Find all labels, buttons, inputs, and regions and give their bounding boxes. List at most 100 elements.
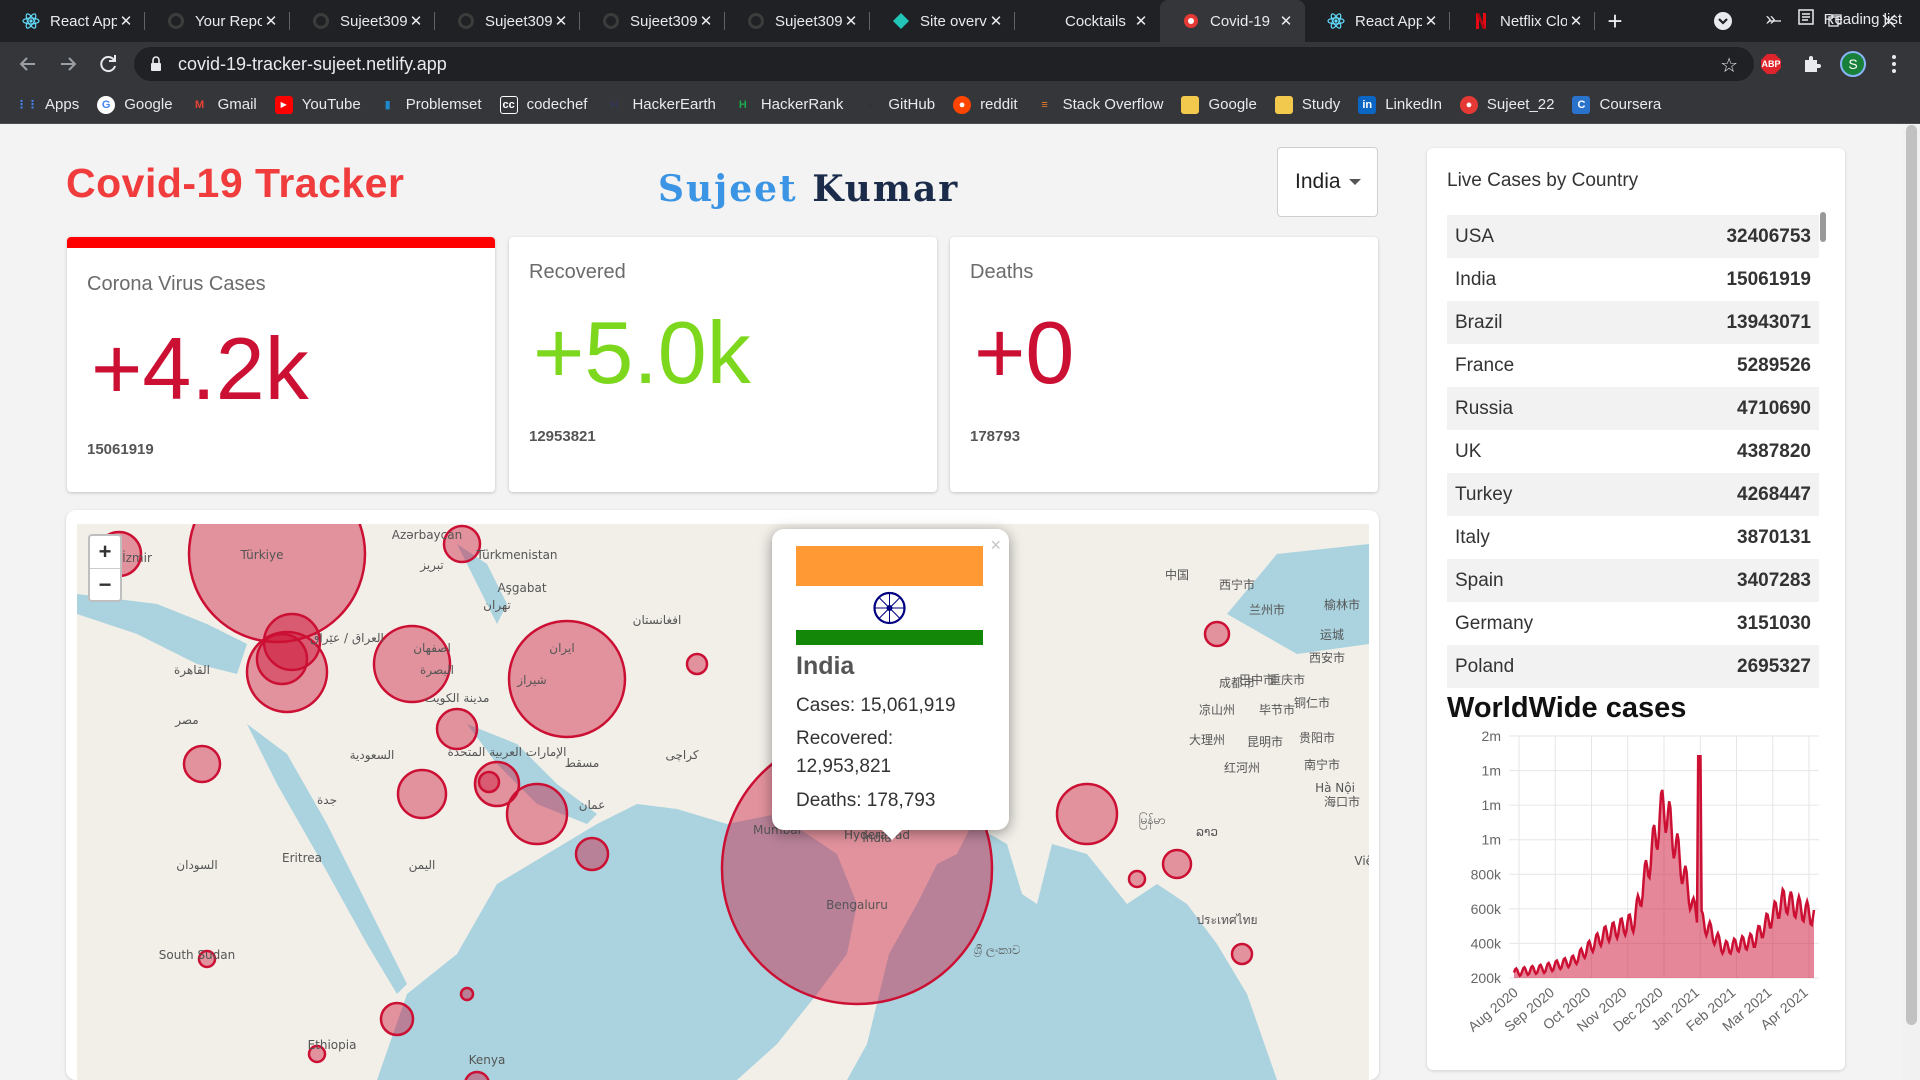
github-icon [602,12,620,30]
bookmark-item[interactable]: ● GitHub [861,96,935,114]
bookmark-item[interactable]: cc codechef [499,95,587,114]
zoom-out-button[interactable]: − [90,568,120,600]
bookmark-star-icon[interactable]: ☆ [1720,53,1738,78]
map-canvas[interactable]: Türkiye İzmir Türkmenistan Aşgabat Azərbayca… [77,524,1369,1080]
country-name: Poland [1455,655,1515,677]
bookmark-label: Apps [45,96,80,113]
table-row[interactable]: Russia 4710690 [1447,387,1819,430]
reading-list-icon[interactable] [1797,9,1814,29]
browser-tab[interactable]: Site overview✕ [870,0,1015,42]
extensions-puzzle-icon[interactable] [1800,52,1824,76]
adblock-plus-icon[interactable]: ABP [1759,52,1783,76]
bookmark-item[interactable]: ▶ YouTube [274,95,361,114]
case-circle[interactable] [182,744,222,784]
bookmark-item[interactable]: ● reddit [953,95,1018,114]
table-row[interactable]: Germany 3151030 [1447,602,1819,645]
table-row[interactable]: USA 32406753 [1447,215,1819,258]
back-button[interactable] [14,50,42,78]
bookmark-label: Study [1301,96,1341,113]
address-bar[interactable]: covid-19-tracker-sujeet.netlify.app ☆ [134,47,1754,81]
scrollbar-thumb[interactable] [1906,125,1917,1025]
browser-tab[interactable]: Netflix Clone✕ [1450,0,1595,42]
table-row[interactable]: India 15061919 [1447,258,1819,301]
close-icon[interactable]: ✕ [552,12,570,30]
bookmark-item[interactable]: H HackerRank [734,96,844,114]
bookmark-item[interactable]: ▮ Problemset [379,96,482,114]
bookmark-item[interactable]: C Coursera [1572,95,1661,114]
bookmark-item[interactable]: H HackerEarth [605,96,715,114]
case-circle[interactable] [574,836,610,872]
case-circle[interactable] [477,770,501,794]
page-scrollbar[interactable] [1903,125,1920,1080]
bookmark-item[interactable]: Google [1181,95,1257,114]
deaths-card[interactable]: Deaths +0 178793 [950,237,1378,492]
close-icon[interactable]: ✕ [842,12,860,30]
table-row[interactable]: Poland 2695327 [1447,645,1819,688]
profile-avatar[interactable]: S [1840,51,1866,77]
forward-button[interactable] [54,50,82,78]
table-row[interactable]: Italy 3870131 [1447,516,1819,559]
browser-tab[interactable]: Cocktails ✕ [1015,0,1160,42]
case-circle[interactable] [459,986,475,1002]
chrome-menu-icon[interactable] [1882,52,1906,76]
bookmark-item[interactable]: ⋮⋮ Apps [16,96,80,114]
bookmark-item[interactable]: M Gmail [191,96,257,114]
close-icon[interactable]: ✕ [117,12,135,30]
browser-tab[interactable]: Sujeet309 ✕ [435,0,580,42]
bookmark-item[interactable]: Study [1274,95,1341,114]
bookmark-item[interactable]: G Google [97,95,173,114]
table-row[interactable]: UK 4387820 [1447,430,1819,473]
close-icon[interactable]: ✕ [1567,12,1585,30]
close-icon[interactable]: ✕ [407,12,425,30]
case-circle[interactable] [396,768,448,820]
reading-list-button[interactable]: Reading list [1824,11,1902,28]
case-circle[interactable] [505,782,569,846]
case-circle[interactable] [685,652,709,676]
bookmark-item[interactable]: in LinkedIn [1358,95,1442,114]
case-circle[interactable] [435,707,479,751]
case-circle[interactable] [1161,848,1193,880]
close-icon[interactable]: ✕ [1277,12,1295,30]
close-icon[interactable]: ✕ [697,12,715,30]
case-circle[interactable] [1055,782,1119,846]
world-map[interactable]: Türkiye İzmir Türkmenistan Aşgabat Azərbayca… [77,524,1369,1080]
table-row[interactable]: France 5289526 [1447,344,1819,387]
case-circle[interactable] [1230,942,1254,966]
tab-search-icon[interactable] [1706,0,1740,42]
table-row[interactable]: Brazil 13943071 [1447,301,1819,344]
browser-tab[interactable]: Sujeet309 ✕ [290,0,435,42]
popup-close-button[interactable]: × [990,535,1001,556]
case-circle[interactable] [1203,620,1231,648]
bookmark-item[interactable]: ≡ Stack Overflow [1036,96,1163,114]
coursera-icon: C [1572,95,1591,114]
browser-tab[interactable]: React App ✕ [0,0,145,42]
reload-button[interactable] [94,50,122,78]
bookmark-label: HackerEarth [632,96,716,113]
case-circle[interactable] [379,1001,415,1037]
browser-tab[interactable]: React App ✕ [1305,0,1450,42]
close-icon[interactable]: ✕ [987,12,1005,30]
country-name: Germany [1455,612,1534,634]
recovered-card[interactable]: Recovered +5.0k 12953821 [509,237,937,492]
browser-tab[interactable]: Your Repositories✕ [145,0,290,42]
brand-last-name: Kumar [812,168,960,210]
browser-tab[interactable]: Covid-19 ✕ [1160,0,1305,42]
y-tick-label: 2m [1482,728,1501,744]
case-circle[interactable] [255,632,309,686]
cases-card[interactable]: Corona Virus Cases +4.2k 15061919 [67,237,495,492]
close-icon[interactable]: ✕ [262,12,280,30]
country-table[interactable]: USA 32406753 India 15061919 Brazil 13943071 Fr… [1447,215,1819,688]
table-row[interactable]: Turkey 4268447 [1447,473,1819,516]
bookmark-item[interactable]: ● Sujeet_22 [1459,95,1554,114]
more-bookmarks-button[interactable]: » [1766,9,1776,30]
country-select[interactable]: India [1277,147,1378,217]
close-icon[interactable]: ✕ [1132,12,1150,30]
case-circle[interactable] [1127,869,1147,889]
table-row[interactable]: Spain 3407283 [1447,559,1819,602]
browser-tab[interactable]: Sujeet309 ✕ [725,0,870,42]
browser-tab[interactable]: Sujeet309 ✕ [580,0,725,42]
zoom-in-button[interactable]: + [90,536,120,568]
new-tab-button[interactable]: + [1595,0,1635,42]
table-scrollbar-thumb[interactable] [1820,212,1826,242]
close-icon[interactable]: ✕ [1422,12,1440,30]
